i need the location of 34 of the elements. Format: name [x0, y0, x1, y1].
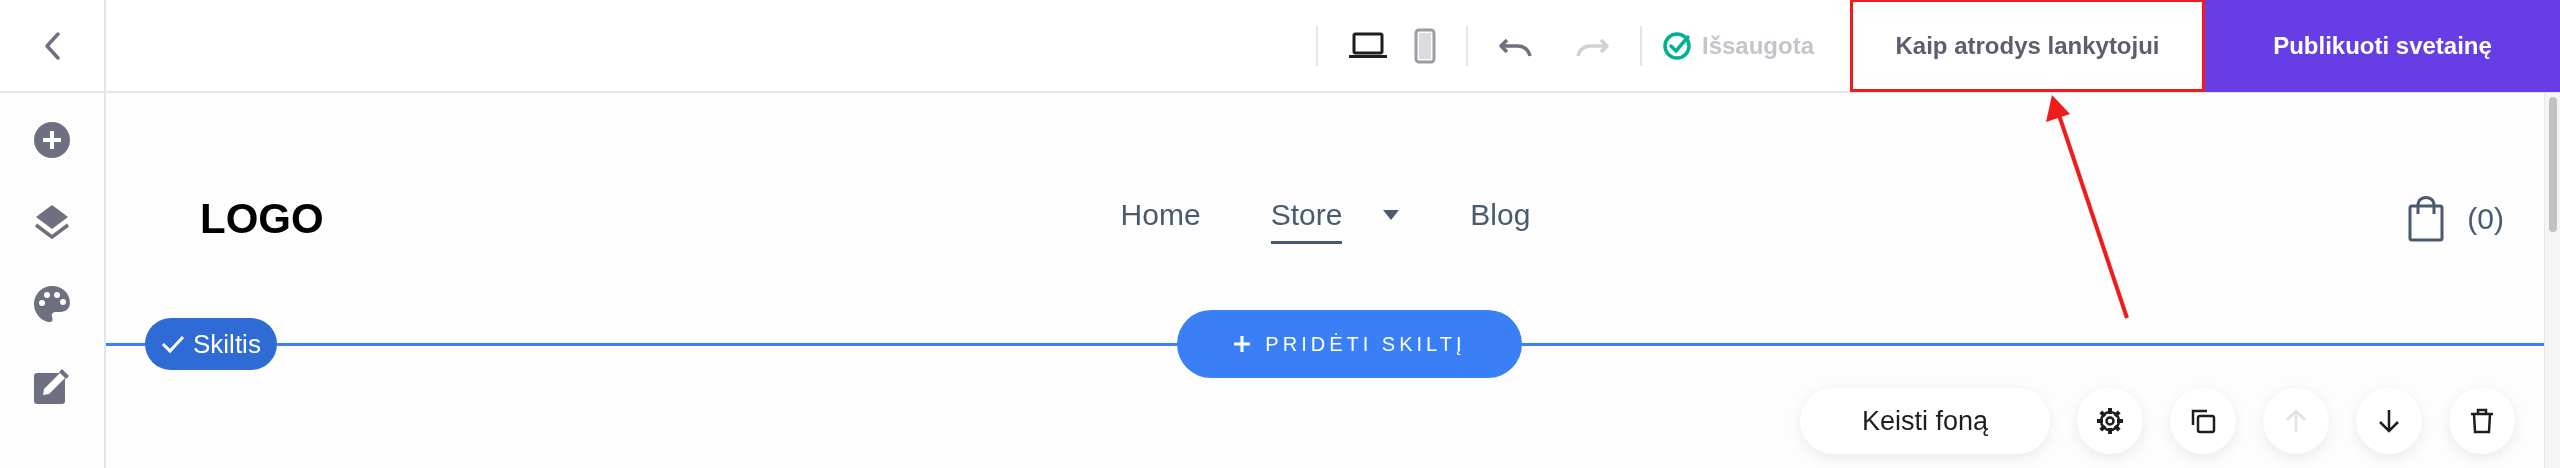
- save-status: Išsaugota: [1701, 30, 1814, 61]
- trash-icon: [2468, 407, 2496, 435]
- change-background-button[interactable]: Keisti foną: [1800, 388, 2050, 454]
- settings-icon: [2096, 407, 2124, 435]
- site-logo[interactable]: LOGO: [200, 186, 324, 250]
- cart-count: (0): [2467, 200, 2504, 237]
- dropdown-caret-icon[interactable]: [1382, 209, 1401, 221]
- plus-icon: [1233, 335, 1252, 353]
- desktop-view-button[interactable]: [1347, 31, 1388, 60]
- mobile-view-button[interactable]: [1413, 27, 1436, 64]
- add-tool-button[interactable]: [33, 121, 71, 159]
- palette-icon: [33, 285, 71, 323]
- shopping-bag-icon: [2407, 194, 2446, 242]
- publish-button[interactable]: Publikuoti svetainę: [2205, 0, 2560, 92]
- add-icon: [33, 121, 71, 159]
- add-section-button[interactable]: PRIDĖTI SKILTĮ: [1176, 310, 1522, 378]
- back-button[interactable]: [43, 30, 61, 61]
- scrollbar[interactable]: [2544, 93, 2560, 468]
- nav-link[interactable]: Store: [1270, 192, 1343, 244]
- edit-icon: [33, 367, 71, 405]
- back-icon: [43, 30, 61, 61]
- nav-link[interactable]: Home: [1120, 192, 1201, 244]
- layers-tool-button[interactable]: [33, 203, 71, 241]
- check-circle-icon: [1661, 30, 1692, 61]
- section-badge[interactable]: Skiltis: [145, 318, 277, 370]
- palette-tool-button[interactable]: [33, 285, 71, 323]
- phone-icon: [1413, 27, 1436, 64]
- check-icon: [161, 334, 185, 354]
- nav-link[interactable]: Blog: [1470, 192, 1531, 244]
- laptop-icon: [1347, 31, 1388, 60]
- layers-icon: [33, 203, 71, 241]
- edit-tool-button[interactable]: [33, 367, 71, 405]
- preview-button[interactable]: Kaip atrodys lankytojui: [1850, 0, 2205, 92]
- copy-icon: [2189, 407, 2217, 435]
